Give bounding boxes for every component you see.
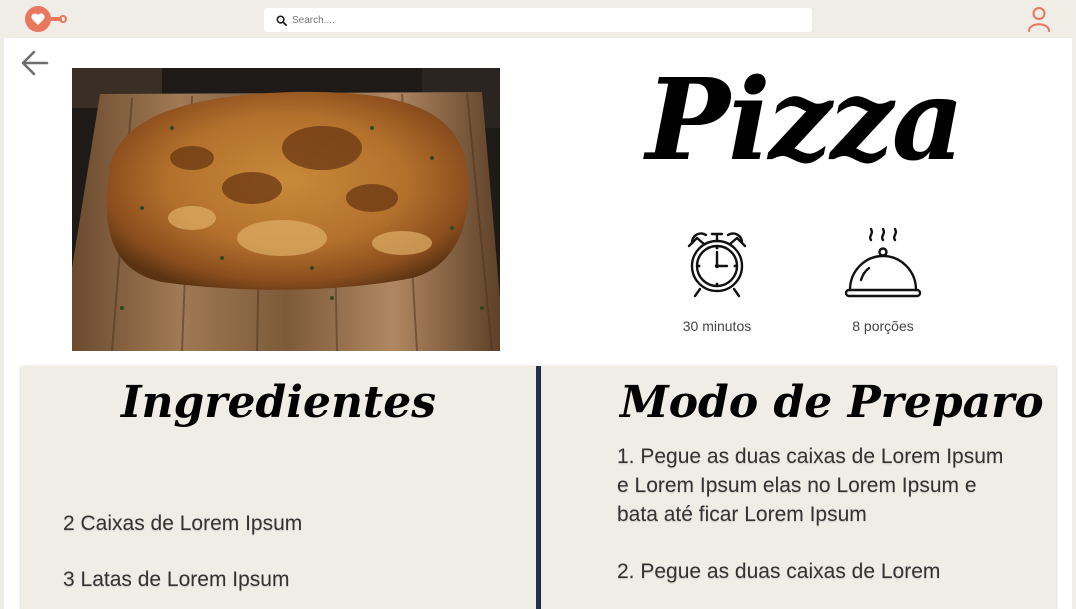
- preparation-steps: 1. Pegue as duas caixas de Lorem Ipsum e…: [541, 442, 1056, 586]
- ingredients-heading: Ingredientes: [120, 377, 437, 428]
- ingredients-list: 2 Caixas de Lorem Ipsum 3 Latas de Lorem…: [21, 512, 536, 592]
- servings-label: 8 porções: [852, 318, 914, 334]
- alarm-clock-icon: [687, 232, 747, 298]
- ingredient-item: 3 Latas de Lorem Ipsum: [63, 568, 290, 591]
- preparation-card: Modo de Preparo 1. Pegue as duas caixas …: [541, 366, 1056, 609]
- logo-icon[interactable]: [24, 5, 68, 33]
- servings-stat: 8 porções: [823, 226, 943, 334]
- ingredients-card: Ingredientes 2 Caixas de Lorem Ipsum 3 L…: [21, 366, 536, 609]
- recipe-photo: [72, 68, 500, 351]
- time-label: 30 minutos: [682, 318, 752, 334]
- recipe-panel: Pizza 30 minutos 8 porções Ingredientes …: [4, 38, 1072, 609]
- user-icon[interactable]: [1027, 6, 1051, 32]
- preparation-step: 2. Pegue as duas caixas de Lorem: [617, 560, 941, 583]
- preparation-step: 1. Pegue as duas caixas de Lorem Ipsum e…: [617, 445, 1004, 526]
- top-bar: [0, 0, 1076, 38]
- ingredient-item: 2 Caixas de Lorem Ipsum: [63, 512, 303, 535]
- preparation-heading: Modo de Preparo: [620, 377, 1044, 428]
- search-bar[interactable]: [264, 8, 812, 32]
- search-input[interactable]: [292, 14, 792, 26]
- recipe-title: Pizza: [645, 55, 965, 186]
- search-icon: [276, 14, 287, 26]
- time-stat: 30 minutos: [657, 226, 777, 334]
- serving-dish-icon: [844, 227, 922, 298]
- back-arrow-icon[interactable]: [20, 49, 50, 77]
